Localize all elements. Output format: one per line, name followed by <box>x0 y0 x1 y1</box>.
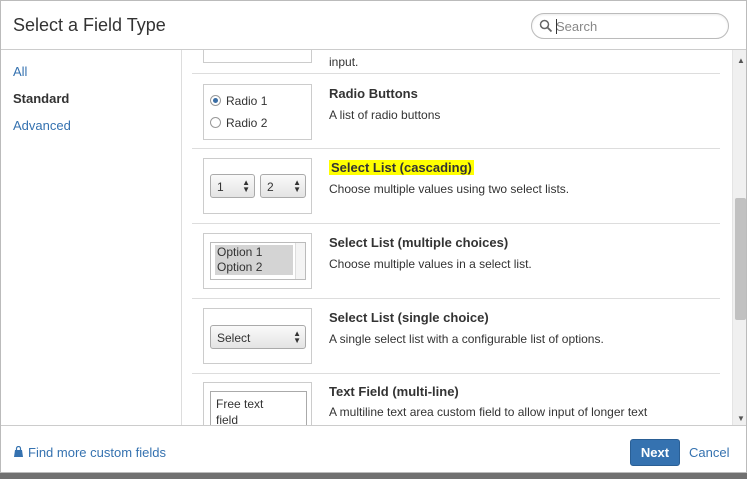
search-input[interactable] <box>556 18 721 35</box>
next-button[interactable]: Next <box>630 439 680 466</box>
field-description: A single select list with a configurable… <box>329 332 604 346</box>
find-more-custom-fields-link[interactable]: Find more custom fields <box>13 445 166 460</box>
field-type-row-radio-buttons[interactable]: Radio 1 Radio 2 Radio Buttons A list of … <box>192 74 720 149</box>
scroll-down-icon[interactable]: ▼ <box>737 414 745 423</box>
field-type-row-select-list-single[interactable]: Select ▲ ▼ Select List (single choice) A … <box>192 299 720 374</box>
category-sidebar: All Standard Advanced <box>1 50 182 425</box>
single-select: Select ▲ ▼ <box>210 325 306 349</box>
scrollbar-thumb[interactable] <box>735 198 746 320</box>
search-icon <box>539 19 553 33</box>
dialog-title: Select a Field Type <box>13 15 166 35</box>
field-type-row-text-field-multiline[interactable]: Free text field Text Field (multi-line) … <box>192 374 720 425</box>
field-description: A multiline text area custom field to al… <box>329 405 648 419</box>
field-preview <box>203 50 312 63</box>
updown-arrow-icon: ▲ ▼ <box>242 178 250 194</box>
cascade-child-select: 2 ▲ ▼ <box>260 174 306 198</box>
multi-option: Option 2 <box>215 260 293 275</box>
field-title: Text Field (multi-line) <box>329 384 459 399</box>
radio-selected-icon <box>210 95 221 106</box>
marketplace-bag-icon <box>14 446 23 457</box>
sidebar-item-advanced[interactable]: Advanced <box>13 118 71 133</box>
dialog-footer: Find more custom fields Next Cancel <box>1 425 746 472</box>
field-description: Choose multiple values in a select list. <box>329 257 532 271</box>
radio-option: Radio 2 <box>210 116 267 130</box>
radio-buttons-preview: Radio 1 Radio 2 <box>203 84 312 140</box>
sidebar-item-standard[interactable]: Standard <box>13 91 69 106</box>
radio-unselected-icon <box>210 117 221 128</box>
field-type-row[interactable]: input. <box>192 50 720 74</box>
multi-option: Option 1 <box>215 245 293 260</box>
dialog-header: Select a Field Type <box>1 1 746 50</box>
field-title: Select List (single choice) <box>329 310 489 325</box>
textarea-preview: Free text field <box>203 382 312 425</box>
field-title: Radio Buttons <box>329 86 418 101</box>
radio-option: Radio 1 <box>210 94 267 108</box>
cascading-select-preview: 1 ▲ ▼ 2 ▲ ▼ <box>203 158 312 214</box>
updown-arrow-icon: ▲ ▼ <box>293 178 301 194</box>
multi-select-box: Option 1 Option 2 <box>210 242 306 280</box>
text-caret <box>556 19 557 34</box>
field-type-row-select-list-cascading[interactable]: 1 ▲ ▼ 2 ▲ ▼ Select List (cascading) Choose… <box>192 149 720 224</box>
multi-select-preview: Option 1 Option 2 <box>203 233 312 289</box>
field-description: Choose multiple values using two select … <box>329 182 570 196</box>
mini-scrollbar <box>295 243 305 279</box>
sidebar-item-all[interactable]: All <box>13 64 27 79</box>
field-title: Select List (multiple choices) <box>329 235 509 250</box>
list-scrollbar[interactable]: ▲ ▼ <box>732 50 746 425</box>
field-description: input. <box>329 55 359 69</box>
search-box[interactable] <box>531 13 729 39</box>
field-description: A list of radio buttons <box>329 108 441 122</box>
field-type-list: input. Radio 1 Radio 2 Radio Buttons A l… <box>183 50 731 425</box>
textarea-sample: Free text field <box>210 391 307 425</box>
cascade-parent-select: 1 ▲ ▼ <box>210 174 255 198</box>
cancel-button[interactable]: Cancel <box>689 445 729 460</box>
field-type-row-select-list-multiple[interactable]: Option 1 Option 2 Select List (multiple … <box>192 224 720 299</box>
select-field-type-dialog: Select a Field Type All Standard Advance… <box>0 0 747 473</box>
scroll-up-icon[interactable]: ▲ <box>737 56 745 65</box>
field-title: Select List (cascading) <box>329 160 474 175</box>
search-highlight: Select List (cascading) <box>329 160 474 175</box>
single-select-preview: Select ▲ ▼ <box>203 308 312 364</box>
updown-arrow-icon: ▲ ▼ <box>293 329 301 345</box>
